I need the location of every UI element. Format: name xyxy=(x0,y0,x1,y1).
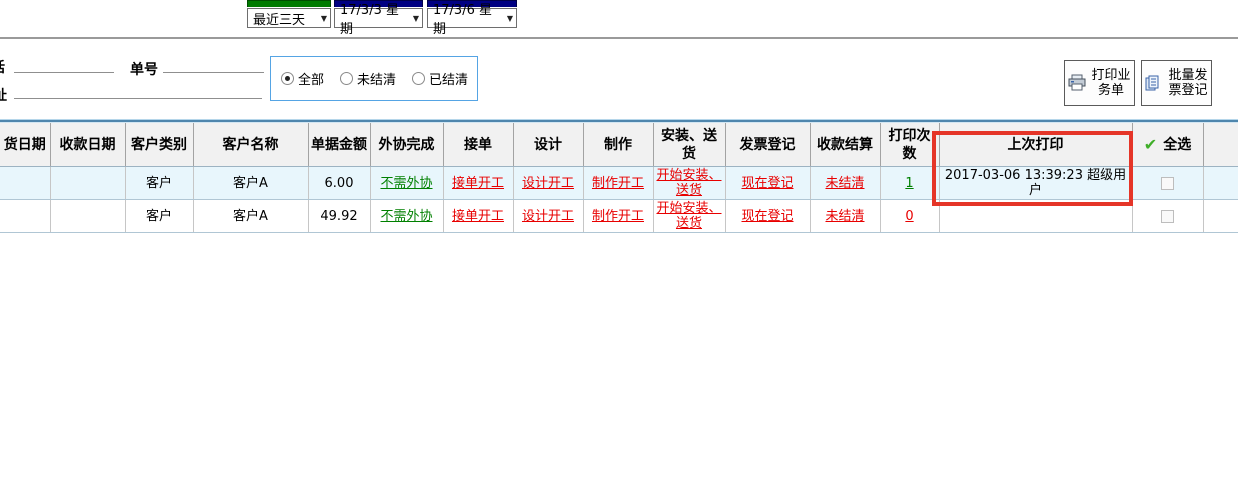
print-business-order-label: 打印业务单 xyxy=(1090,68,1132,98)
col-empty xyxy=(1203,123,1238,167)
chevron-down-icon: ▼ xyxy=(507,14,513,23)
chevron-down-icon: ▼ xyxy=(413,14,419,23)
col-settlement: 收款结算 xyxy=(810,123,880,167)
address-label-fragment: 址 xyxy=(0,85,7,105)
orders-table: 货日期 收款日期 客户类别 客户名称 单据金额 外协完成 接单 设计 制作 安装… xyxy=(0,123,1238,233)
table-row: 客户 客户A 6.00 不需外协 接单开工 设计开工 制作开工 开始安装、送货 … xyxy=(0,167,1238,200)
phone-input[interactable] xyxy=(14,56,114,73)
radio-settled[interactable]: 已结清 xyxy=(412,69,468,88)
order-start-link[interactable]: 接单开工 xyxy=(443,167,513,200)
col-customer-type: 客户类别 xyxy=(125,123,193,167)
col-payment-date: 收款日期 xyxy=(50,123,125,167)
outsourcing-link[interactable]: 不需外协 xyxy=(370,200,443,233)
cell-customer-name: 客户A xyxy=(193,200,308,233)
settlement-link[interactable]: 未结清 xyxy=(810,167,880,200)
col-invoice: 发票登记 xyxy=(725,123,810,167)
table-header-row: 货日期 收款日期 客户类别 客户名称 单据金额 外协完成 接单 设计 制作 安装… xyxy=(0,123,1238,167)
settlement-link[interactable]: 未结清 xyxy=(810,200,880,233)
cell-customer-type: 客户 xyxy=(125,200,193,233)
tab-strip-fragment-green xyxy=(247,0,331,7)
col-production: 制作 xyxy=(583,123,653,167)
install-delivery-link[interactable]: 开始安装、送货 xyxy=(653,167,725,200)
batch-invoice-register-label: 批量发票登记 xyxy=(1167,68,1209,98)
col-customer-name: 客户名称 xyxy=(193,123,308,167)
invoice-register-link[interactable]: 现在登记 xyxy=(725,167,810,200)
radio-unsettled-label: 未结清 xyxy=(357,69,396,88)
cell-empty xyxy=(1203,200,1238,233)
radio-circle xyxy=(281,72,294,85)
radio-all-label: 全部 xyxy=(298,69,324,88)
row-checkbox[interactable] xyxy=(1161,210,1174,223)
order-no-label: 单号 xyxy=(130,59,158,79)
col-order: 接单 xyxy=(443,123,513,167)
col-print-count: 打印次数 xyxy=(880,123,939,167)
col-install-delivery: 安装、送货 xyxy=(653,123,725,167)
col-delivery-date: 货日期 xyxy=(0,123,50,167)
print-business-order-button[interactable]: 打印业务单 xyxy=(1064,60,1135,106)
cell-empty xyxy=(1203,167,1238,200)
documents-stack-icon xyxy=(1144,74,1164,92)
address-input[interactable] xyxy=(14,82,262,99)
install-delivery-link[interactable]: 开始安装、送货 xyxy=(653,200,725,233)
order-no-input[interactable] xyxy=(163,56,264,73)
design-start-link[interactable]: 设计开工 xyxy=(513,167,583,200)
production-start-link[interactable]: 制作开工 xyxy=(583,167,653,200)
printer-icon xyxy=(1067,74,1087,92)
row-checkbox[interactable] xyxy=(1161,177,1174,190)
chevron-down-icon: ▼ xyxy=(321,14,327,23)
date-from-select[interactable]: 17/3/3 星期 ▼ xyxy=(334,8,423,28)
row-select-cell xyxy=(1132,167,1203,200)
cell-customer-name: 客户A xyxy=(193,167,308,200)
design-start-link[interactable]: 设计开工 xyxy=(513,200,583,233)
radio-unsettled[interactable]: 未结清 xyxy=(340,69,396,88)
select-all-label: 全选 xyxy=(1163,136,1191,154)
last-print-cell: 2017-03-06 13:39:23 超级用户 xyxy=(939,167,1132,200)
radio-all[interactable]: 全部 xyxy=(281,69,324,88)
phone-label-fragment: 话 xyxy=(0,57,5,77)
table-row: 客户 客户A 49.92 不需外协 接单开工 设计开工 制作开工 开始安装、送货… xyxy=(0,200,1238,233)
date-range-select[interactable]: 最近三天 ▼ xyxy=(247,8,331,28)
date-from-value: 17/3/3 星期 xyxy=(340,0,409,37)
row-select-cell xyxy=(1132,200,1203,233)
cell-customer-type: 客户 xyxy=(125,167,193,200)
col-last-print: 上次打印 xyxy=(939,123,1132,167)
divider-line xyxy=(0,37,1238,39)
batch-invoice-register-button[interactable]: 批量发票登记 xyxy=(1141,60,1212,106)
cell-delivery-date xyxy=(0,200,50,233)
date-to-value: 17/3/6 星期 xyxy=(433,0,503,37)
radio-settled-label: 已结清 xyxy=(429,69,468,88)
date-to-select[interactable]: 17/3/6 星期 ▼ xyxy=(427,8,517,28)
invoice-register-link[interactable]: 现在登记 xyxy=(725,200,810,233)
cell-amount: 49.92 xyxy=(308,200,370,233)
last-print-cell xyxy=(939,200,1132,233)
cell-payment-date xyxy=(50,167,125,200)
radio-circle xyxy=(412,72,425,85)
print-count-link[interactable]: 1 xyxy=(880,167,939,200)
col-amount: 单据金额 xyxy=(308,123,370,167)
cell-payment-date xyxy=(50,200,125,233)
page: 最近三天 ▼ 17/3/3 星期 ▼ 17/3/6 星期 ▼ 话 单号 址 全部… xyxy=(0,0,1238,498)
cell-amount: 6.00 xyxy=(308,167,370,200)
date-range-value: 最近三天 xyxy=(253,9,305,28)
order-start-link[interactable]: 接单开工 xyxy=(443,200,513,233)
green-check-icon[interactable]: ✔ xyxy=(1144,136,1157,154)
col-outsourcing: 外协完成 xyxy=(370,123,443,167)
outsourcing-link[interactable]: 不需外协 xyxy=(370,167,443,200)
col-select-all: ✔ 全选 xyxy=(1132,123,1203,167)
cell-delivery-date xyxy=(0,167,50,200)
production-start-link[interactable]: 制作开工 xyxy=(583,200,653,233)
col-design: 设计 xyxy=(513,123,583,167)
settlement-filter-group: 全部 未结清 已结清 xyxy=(270,56,478,101)
print-count-link[interactable]: 0 xyxy=(880,200,939,233)
radio-circle xyxy=(340,72,353,85)
